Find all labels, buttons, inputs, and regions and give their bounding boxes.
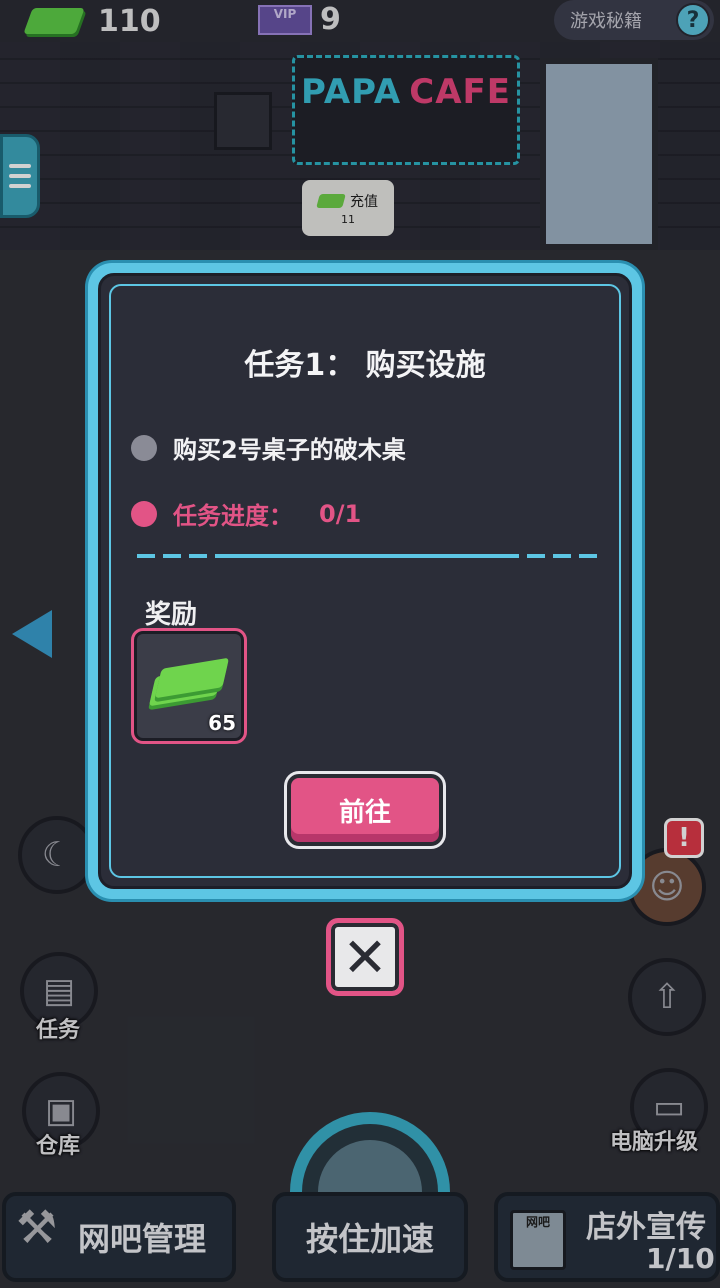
task-modal: 任务1： 购买设施 购买2号桌子的破木桌 任务进度： 0/1 奖励 65 前往 [88,263,642,899]
progress-label: 任务进度： [173,502,293,530]
goto-button[interactable]: 前往 [287,774,443,846]
progress-bullet-icon [131,500,157,527]
close-icon[interactable]: ✕ [326,918,404,996]
progress-value: 0/1 [319,499,362,528]
divider-line [221,554,511,558]
reward-count: 65 [208,711,236,735]
reward-label: 奖励 [145,600,198,630]
task-description: 购买2号桌子的破木桌 [173,436,406,464]
reward-item-cash: 65 [131,628,247,744]
close-glyph: ✕ [342,925,388,989]
task-description-row: 购买2号桌子的破木桌 [131,430,406,465]
task-modal-body: 任务1： 购买设施 购买2号桌子的破木桌 任务进度： 0/1 奖励 65 前往 [98,273,632,889]
task-progress-row: 任务进度： 0/1 [131,496,361,531]
cash-stack-icon [148,657,230,707]
modal-title: 任务1： 购买设施 [244,348,486,383]
bullet-icon [131,434,157,461]
